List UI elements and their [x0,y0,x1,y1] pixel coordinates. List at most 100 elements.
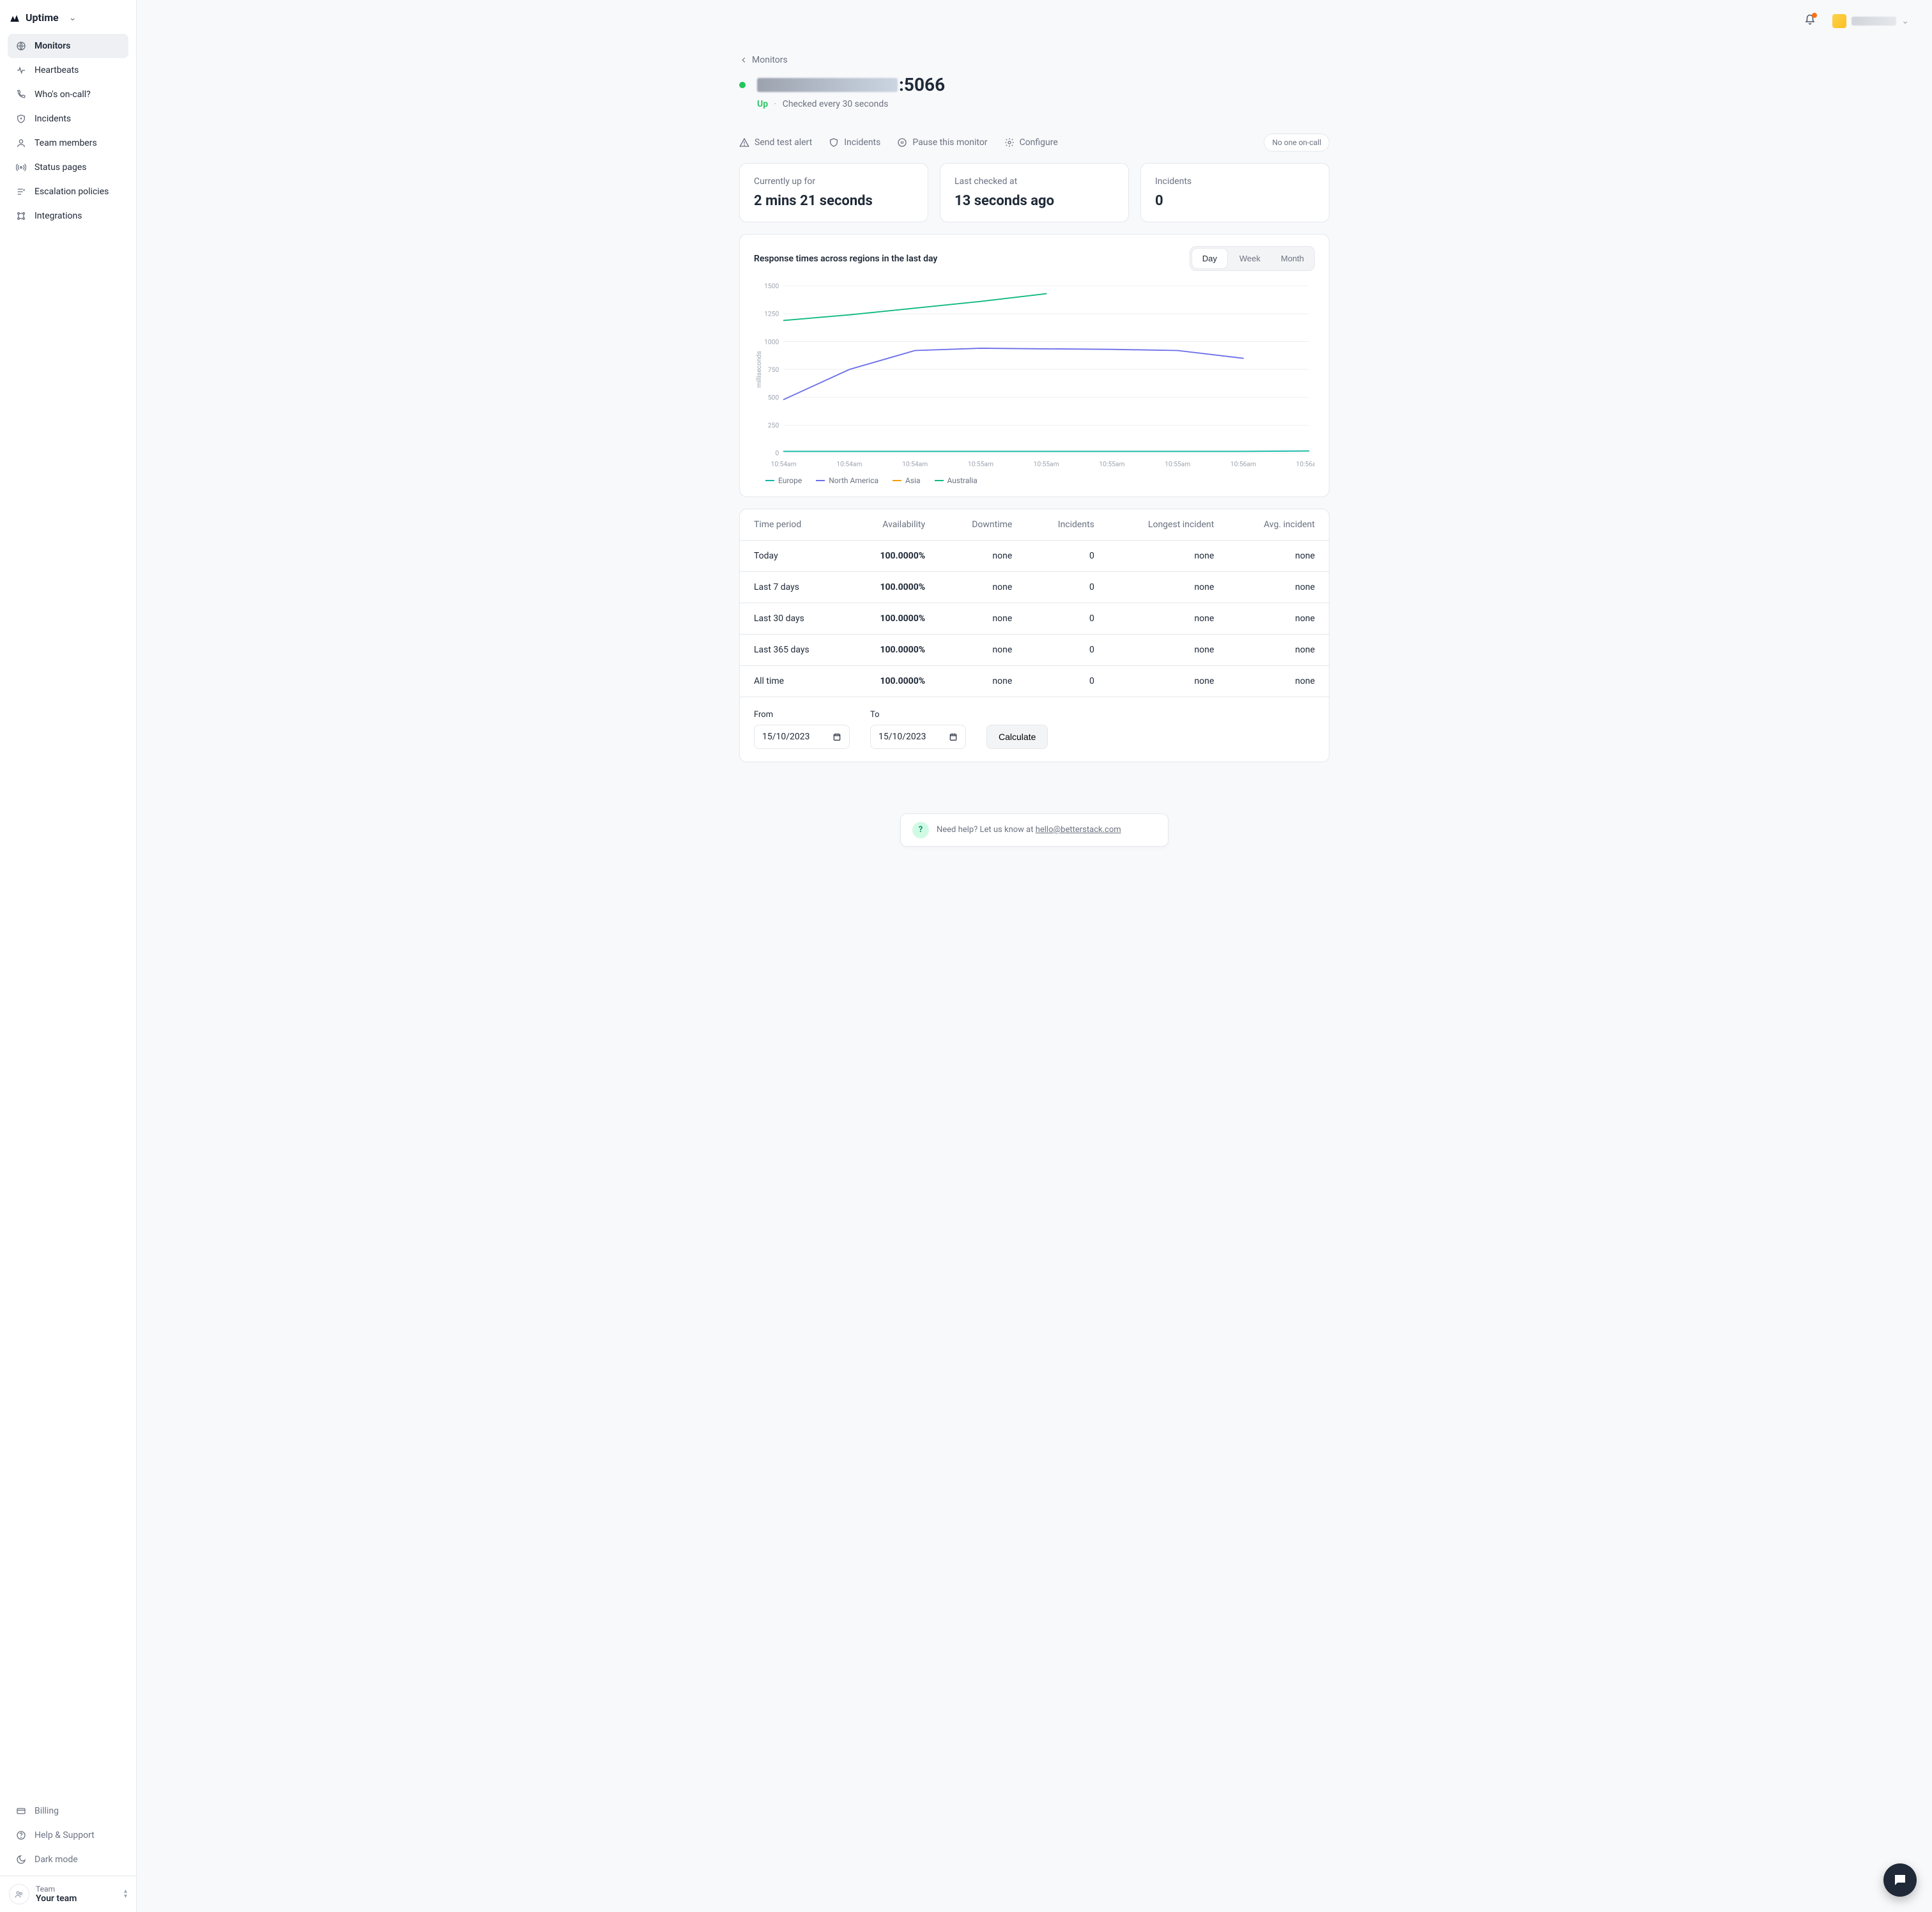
gear-icon [1004,137,1015,148]
help-circle-icon: ? [912,822,929,838]
cell-avg: none [1228,540,1329,571]
th-availability: Availability [846,509,939,541]
page-title-row: ███.███.██.██:5066 [739,74,1330,95]
th-downtime: Downtime [939,509,1026,541]
sidebar-item-help[interactable]: Help & Support [8,1823,128,1847]
interval-text: Checked every 30 seconds [783,99,889,109]
th-avg: Avg. incident [1228,509,1329,541]
cell-period: Last 30 days [740,603,846,634]
team-switcher[interactable]: Team Your team ▴▾ [0,1876,136,1912]
availability-table: Time period Availability Downtime Incide… [740,509,1329,697]
table-row: Last 7 days100.0000%none0nonenone [740,571,1329,603]
user-menu[interactable]: ████████ ⌄ [1827,12,1914,31]
chevron-left-icon [739,56,748,65]
chat-fab[interactable] [1883,1863,1917,1897]
cell-downtime: none [939,603,1026,634]
svg-text:750: 750 [768,366,779,374]
sidebar-item-integrations[interactable]: Integrations [8,204,128,228]
svg-text:10:56am: 10:56am [1296,459,1315,468]
sidebar-item-label: Integrations [34,211,82,221]
cell-period: Today [740,540,846,571]
svg-text:500: 500 [768,393,779,401]
brand-logo: Uptime [9,12,59,24]
table-row: All time100.0000%none0nonenone [740,665,1329,697]
sidebar-item-monitors[interactable]: Monitors [8,34,128,58]
calculate-button[interactable]: Calculate [986,725,1048,749]
kpi-value: 2 mins 21 seconds [754,193,914,209]
cell-longest: none [1108,603,1228,634]
legend-label: North America [829,476,878,485]
kpi-uptime: Currently up for 2 mins 21 seconds [739,163,928,222]
help-icon [15,1830,27,1841]
kpi-label: Currently up for [754,176,914,187]
svg-text:10:54am: 10:54am [902,459,928,468]
configure-button[interactable]: Configure [1004,137,1058,148]
sidebar-item-escalation[interactable]: Escalation policies [8,180,128,204]
team-meta: Team Your team [36,1885,118,1904]
sidebar-item-oncall[interactable]: Who's on-call? [8,82,128,107]
seg-week[interactable]: Week [1229,247,1271,270]
sidebar-item-incidents[interactable]: Incidents [8,107,128,131]
help-text: Need help? Let us know at hello@betterst… [937,825,1121,835]
cell-longest: none [1108,571,1228,603]
shield-icon [829,137,839,148]
seg-day[interactable]: Day [1192,249,1227,268]
phone-icon [15,89,27,100]
sidebar-item-team[interactable]: Team members [8,131,128,155]
sidebar-item-status-pages[interactable]: Status pages [8,155,128,180]
sidebar-item-billing[interactable]: Billing [8,1799,128,1823]
sidebar-item-label: Escalation policies [34,187,109,197]
cell-downtime: none [939,634,1026,665]
brand-switcher[interactable]: Uptime ⌄ [0,0,136,29]
kpi-value: 0 [1155,193,1315,209]
oncall-pill[interactable]: No one on-call [1264,134,1330,151]
cell-longest: none [1108,665,1228,697]
cell-availability: 100.0000% [846,540,939,571]
from-label: From [754,710,850,720]
cell-avg: none [1228,665,1329,697]
sidebar-item-darkmode[interactable]: Dark mode [8,1847,128,1872]
cell-availability: 100.0000% [846,603,939,634]
svg-text:milliseconds: milliseconds [755,351,763,388]
action-label: Incidents [844,137,880,148]
pause-icon [897,137,907,148]
team-avatar-icon [9,1884,29,1904]
page-title: ███.███.██.██:5066 [757,74,945,95]
legend-item[interactable]: Europe [765,476,802,485]
notifications-button[interactable] [1804,14,1816,28]
svg-text:10:55am: 10:55am [1034,459,1059,468]
cell-incidents: 0 [1026,571,1108,603]
cell-period: All time [740,665,846,697]
legend-swatch-icon [893,480,901,481]
svg-text:10:55am: 10:55am [1165,459,1190,468]
logo-icon [9,12,20,24]
availability-table-card: Time period Availability Downtime Incide… [739,509,1330,762]
cell-incidents: 0 [1026,603,1108,634]
sidebar-item-label: Monitors [34,41,70,51]
sidebar-item-label: Team members [34,138,97,148]
legend-item[interactable]: Asia [893,476,920,485]
send-test-alert-button[interactable]: Send test alert [739,137,812,148]
seg-month[interactable]: Month [1271,247,1314,270]
from-field: From 15/10/2023 [754,710,850,749]
chevron-down-icon: ⌄ [69,13,77,23]
help-email-link[interactable]: hello@betterstack.com [1036,825,1121,835]
legend-item[interactable]: North America [816,476,878,485]
help-bar: ? Need help? Let us know at hello@better… [900,813,1169,847]
breadcrumb-back[interactable]: Monitors [739,55,1330,65]
pause-monitor-button[interactable]: Pause this monitor [897,137,987,148]
to-date-input[interactable]: 15/10/2023 [870,725,966,749]
team-name: Your team [36,1893,118,1904]
monitor-host-redacted: ███.███.██.██ [757,78,898,92]
incidents-button[interactable]: Incidents [829,137,880,148]
to-date-value: 15/10/2023 [878,732,926,742]
to-field: To 15/10/2023 [870,710,966,749]
from-date-input[interactable]: 15/10/2023 [754,725,850,749]
actions-row: Send test alert Incidents Pause this mon… [739,134,1330,151]
legend-item[interactable]: Australia [935,476,977,485]
sidebar-item-label: Incidents [34,114,71,124]
breadcrumb-label: Monitors [752,55,788,65]
alert-triangle-icon [739,137,749,148]
sidebar-item-heartbeats[interactable]: Heartbeats [8,58,128,82]
monitor-port: :5066 [899,74,945,95]
